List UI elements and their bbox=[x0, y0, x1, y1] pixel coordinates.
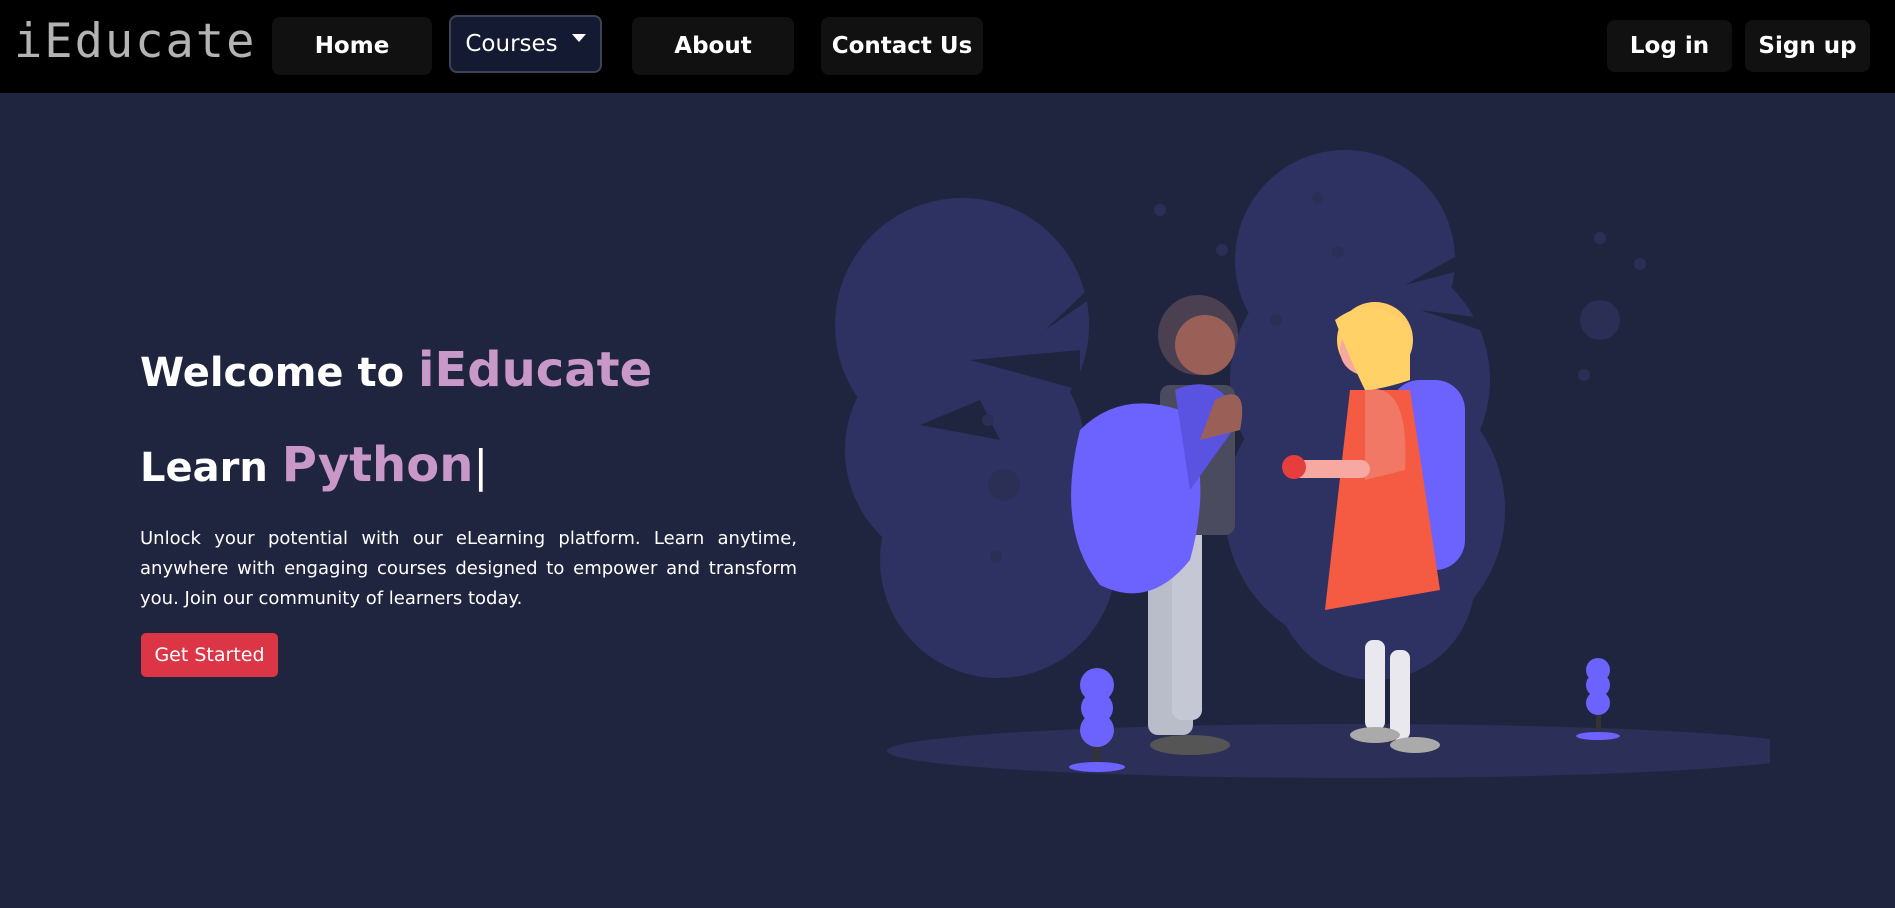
ground-shadow bbox=[887, 724, 1770, 778]
learn-subject-typed: Python bbox=[281, 437, 474, 493]
hero-learn-heading: Learn Python| bbox=[140, 437, 488, 493]
learn-prefix: Learn bbox=[140, 445, 268, 491]
nav-contact-button[interactable]: Contact Us bbox=[821, 17, 983, 75]
nav-about-button[interactable]: About bbox=[632, 17, 794, 75]
signup-button[interactable]: Sign up bbox=[1745, 20, 1870, 72]
brand-logo[interactable]: iEducate bbox=[14, 14, 256, 70]
typing-cursor: | bbox=[473, 441, 489, 492]
hero-welcome-heading: Welcome to iEducate bbox=[140, 342, 652, 398]
hero-description: Unlock your potential with our eLearning… bbox=[140, 528, 797, 609]
login-button[interactable]: Log in bbox=[1607, 20, 1732, 72]
get-started-button[interactable]: Get Started bbox=[141, 633, 278, 677]
apple-icon bbox=[1282, 455, 1306, 479]
chevron-down-icon bbox=[571, 34, 586, 42]
nav-courses-label: Courses bbox=[465, 31, 558, 57]
welcome-prefix: Welcome to bbox=[140, 350, 405, 396]
nav-home-button[interactable]: Home bbox=[272, 17, 432, 75]
top-navbar: iEducate Home Courses About Contact Us L… bbox=[0, 0, 1895, 93]
welcome-brand: iEducate bbox=[418, 342, 653, 398]
students-illustration bbox=[835, 150, 1770, 778]
nav-courses-dropdown[interactable]: Courses bbox=[449, 15, 602, 73]
